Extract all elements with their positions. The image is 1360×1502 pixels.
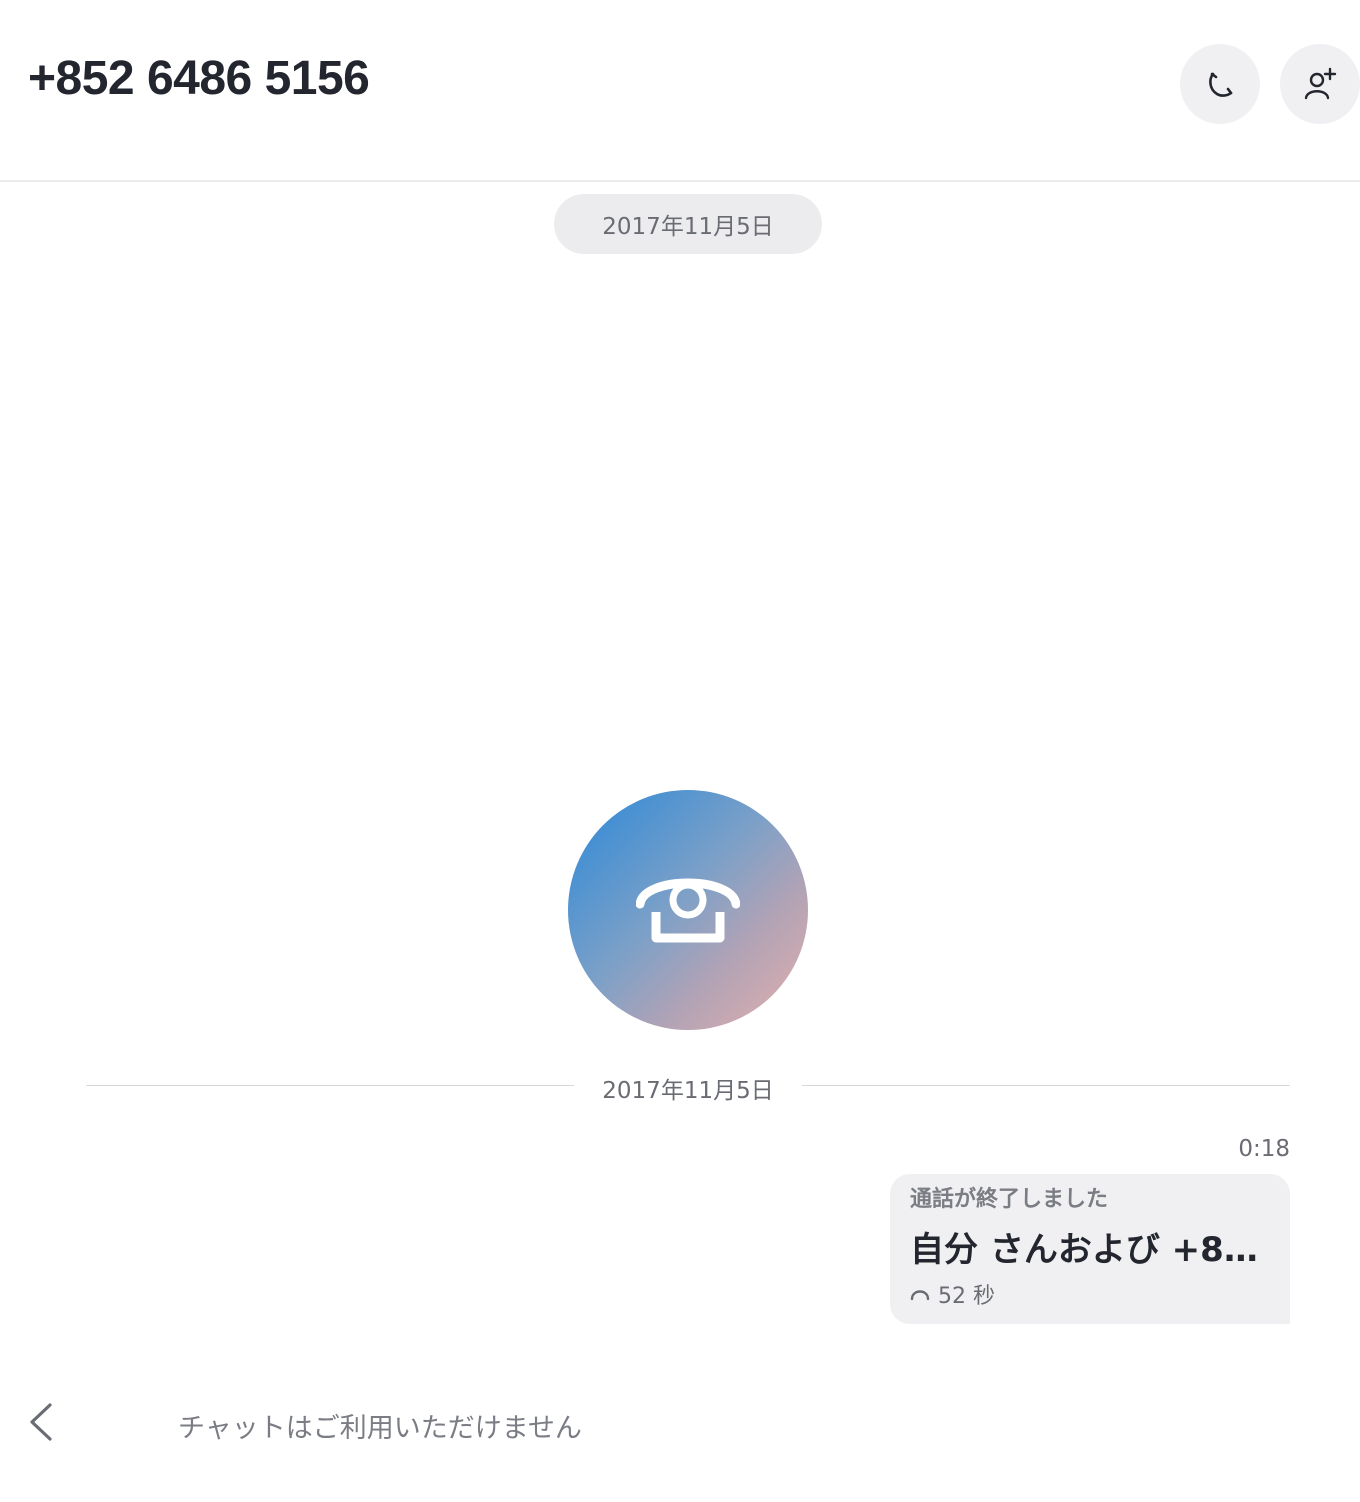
date-divider-right [802,1085,1290,1086]
message-time: 0:18 [1238,1136,1290,1162]
chat-unavailable-text: チャットはご利用いただけません [178,1413,582,1444]
add-participant-button[interactable] [1280,44,1360,124]
chat-header: +852 6486 5156 [0,0,1360,182]
call-ended-message[interactable]: 通話が終了しました 自分 さんおよび +8... 52 秒 [890,1174,1290,1324]
telephone-icon [635,866,741,954]
chat-window: +852 6486 5156 2017年11月5日 2017年11月5日 0:1… [0,0,1360,1502]
call-status-label: 通話が終了しました [910,1187,1109,1212]
call-duration: 52 秒 [938,1284,995,1309]
back-button[interactable] [20,1400,60,1448]
add-person-icon [1302,66,1338,102]
call-icon [910,1282,930,1307]
chevron-left-icon [26,1401,54,1447]
contact-avatar [568,790,808,1030]
date-divider-label: 2017年11月5日 [602,1078,774,1104]
call-duration-row: 52 秒 [910,1278,1270,1310]
call-participants: 自分 さんおよび +8... [910,1230,1260,1270]
date-pill: 2017年11月5日 [554,194,822,254]
contact-title: +852 6486 5156 [28,52,370,105]
date-divider-left [86,1085,574,1086]
call-button[interactable] [1180,44,1260,124]
phone-icon [1203,67,1237,101]
